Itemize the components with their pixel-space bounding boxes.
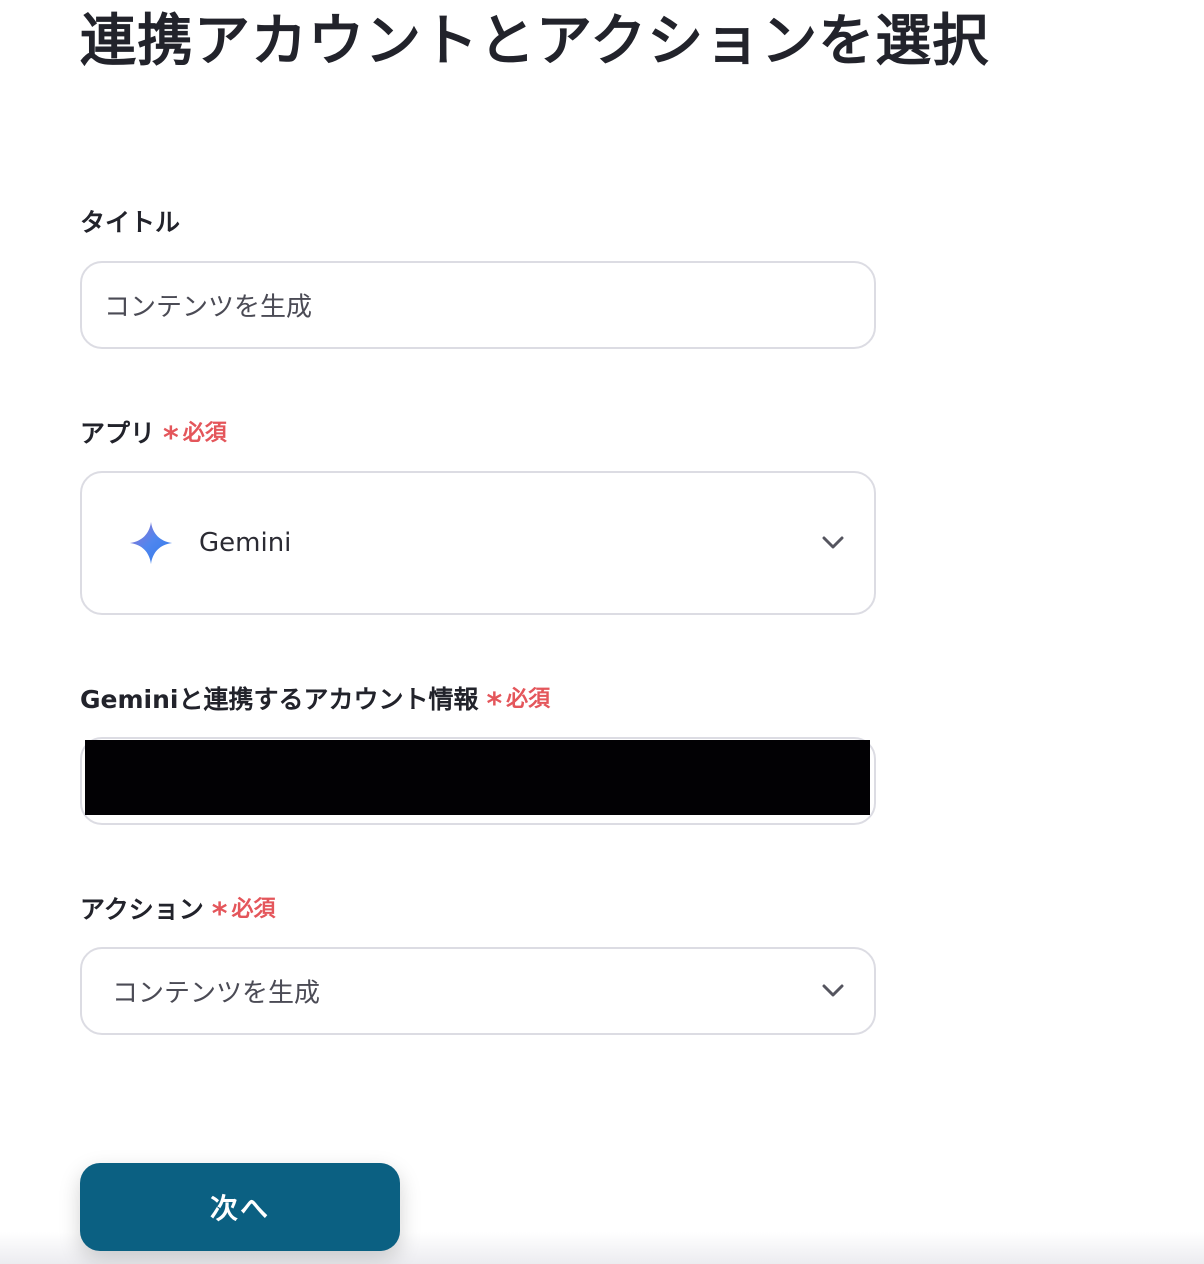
title-field-label: タイトル [80, 205, 180, 241]
required-text: 必須 [506, 687, 551, 712]
account-field-label: Geminiと連携するアカウント情報 * 必須 [80, 682, 551, 722]
required-text: 必須 [182, 421, 227, 446]
chevron-down-icon [822, 536, 844, 549]
page-title: 連携アカウントとアクションを選択 [80, 9, 990, 74]
action-select-value: コンテンツを生成 [112, 978, 321, 1009]
app-select[interactable]: Gemini [80, 471, 876, 615]
required-asterisk-icon: * [163, 421, 179, 456]
required-text: 必須 [231, 897, 276, 922]
app-field-label: アプリ * 必須 [80, 416, 227, 456]
title-input-value: コンテンツを生成 [104, 292, 313, 323]
action-field-label: アクション * 必須 [80, 892, 276, 932]
required-badge: * 必須 [486, 682, 551, 722]
next-button[interactable]: 次へ [80, 1163, 400, 1251]
chevron-down-icon [822, 984, 844, 997]
gemini-sparkle-icon [129, 521, 173, 565]
account-label-text: Geminiと連携するアカウント情報 [80, 685, 479, 714]
action-select[interactable]: コンテンツを生成 [80, 947, 876, 1035]
app-select-value: Gemini [199, 528, 292, 558]
title-label-text: タイトル [80, 208, 181, 237]
redacted-account-info [85, 740, 870, 815]
required-asterisk-icon: * [211, 897, 228, 932]
required-badge: * 必須 [163, 416, 227, 456]
required-badge: * 必須 [211, 892, 276, 932]
required-asterisk-icon: * [486, 687, 503, 722]
action-label-text: アクション [80, 895, 204, 924]
title-input[interactable]: コンテンツを生成 [80, 261, 876, 349]
app-label-text: アプリ [80, 419, 156, 448]
